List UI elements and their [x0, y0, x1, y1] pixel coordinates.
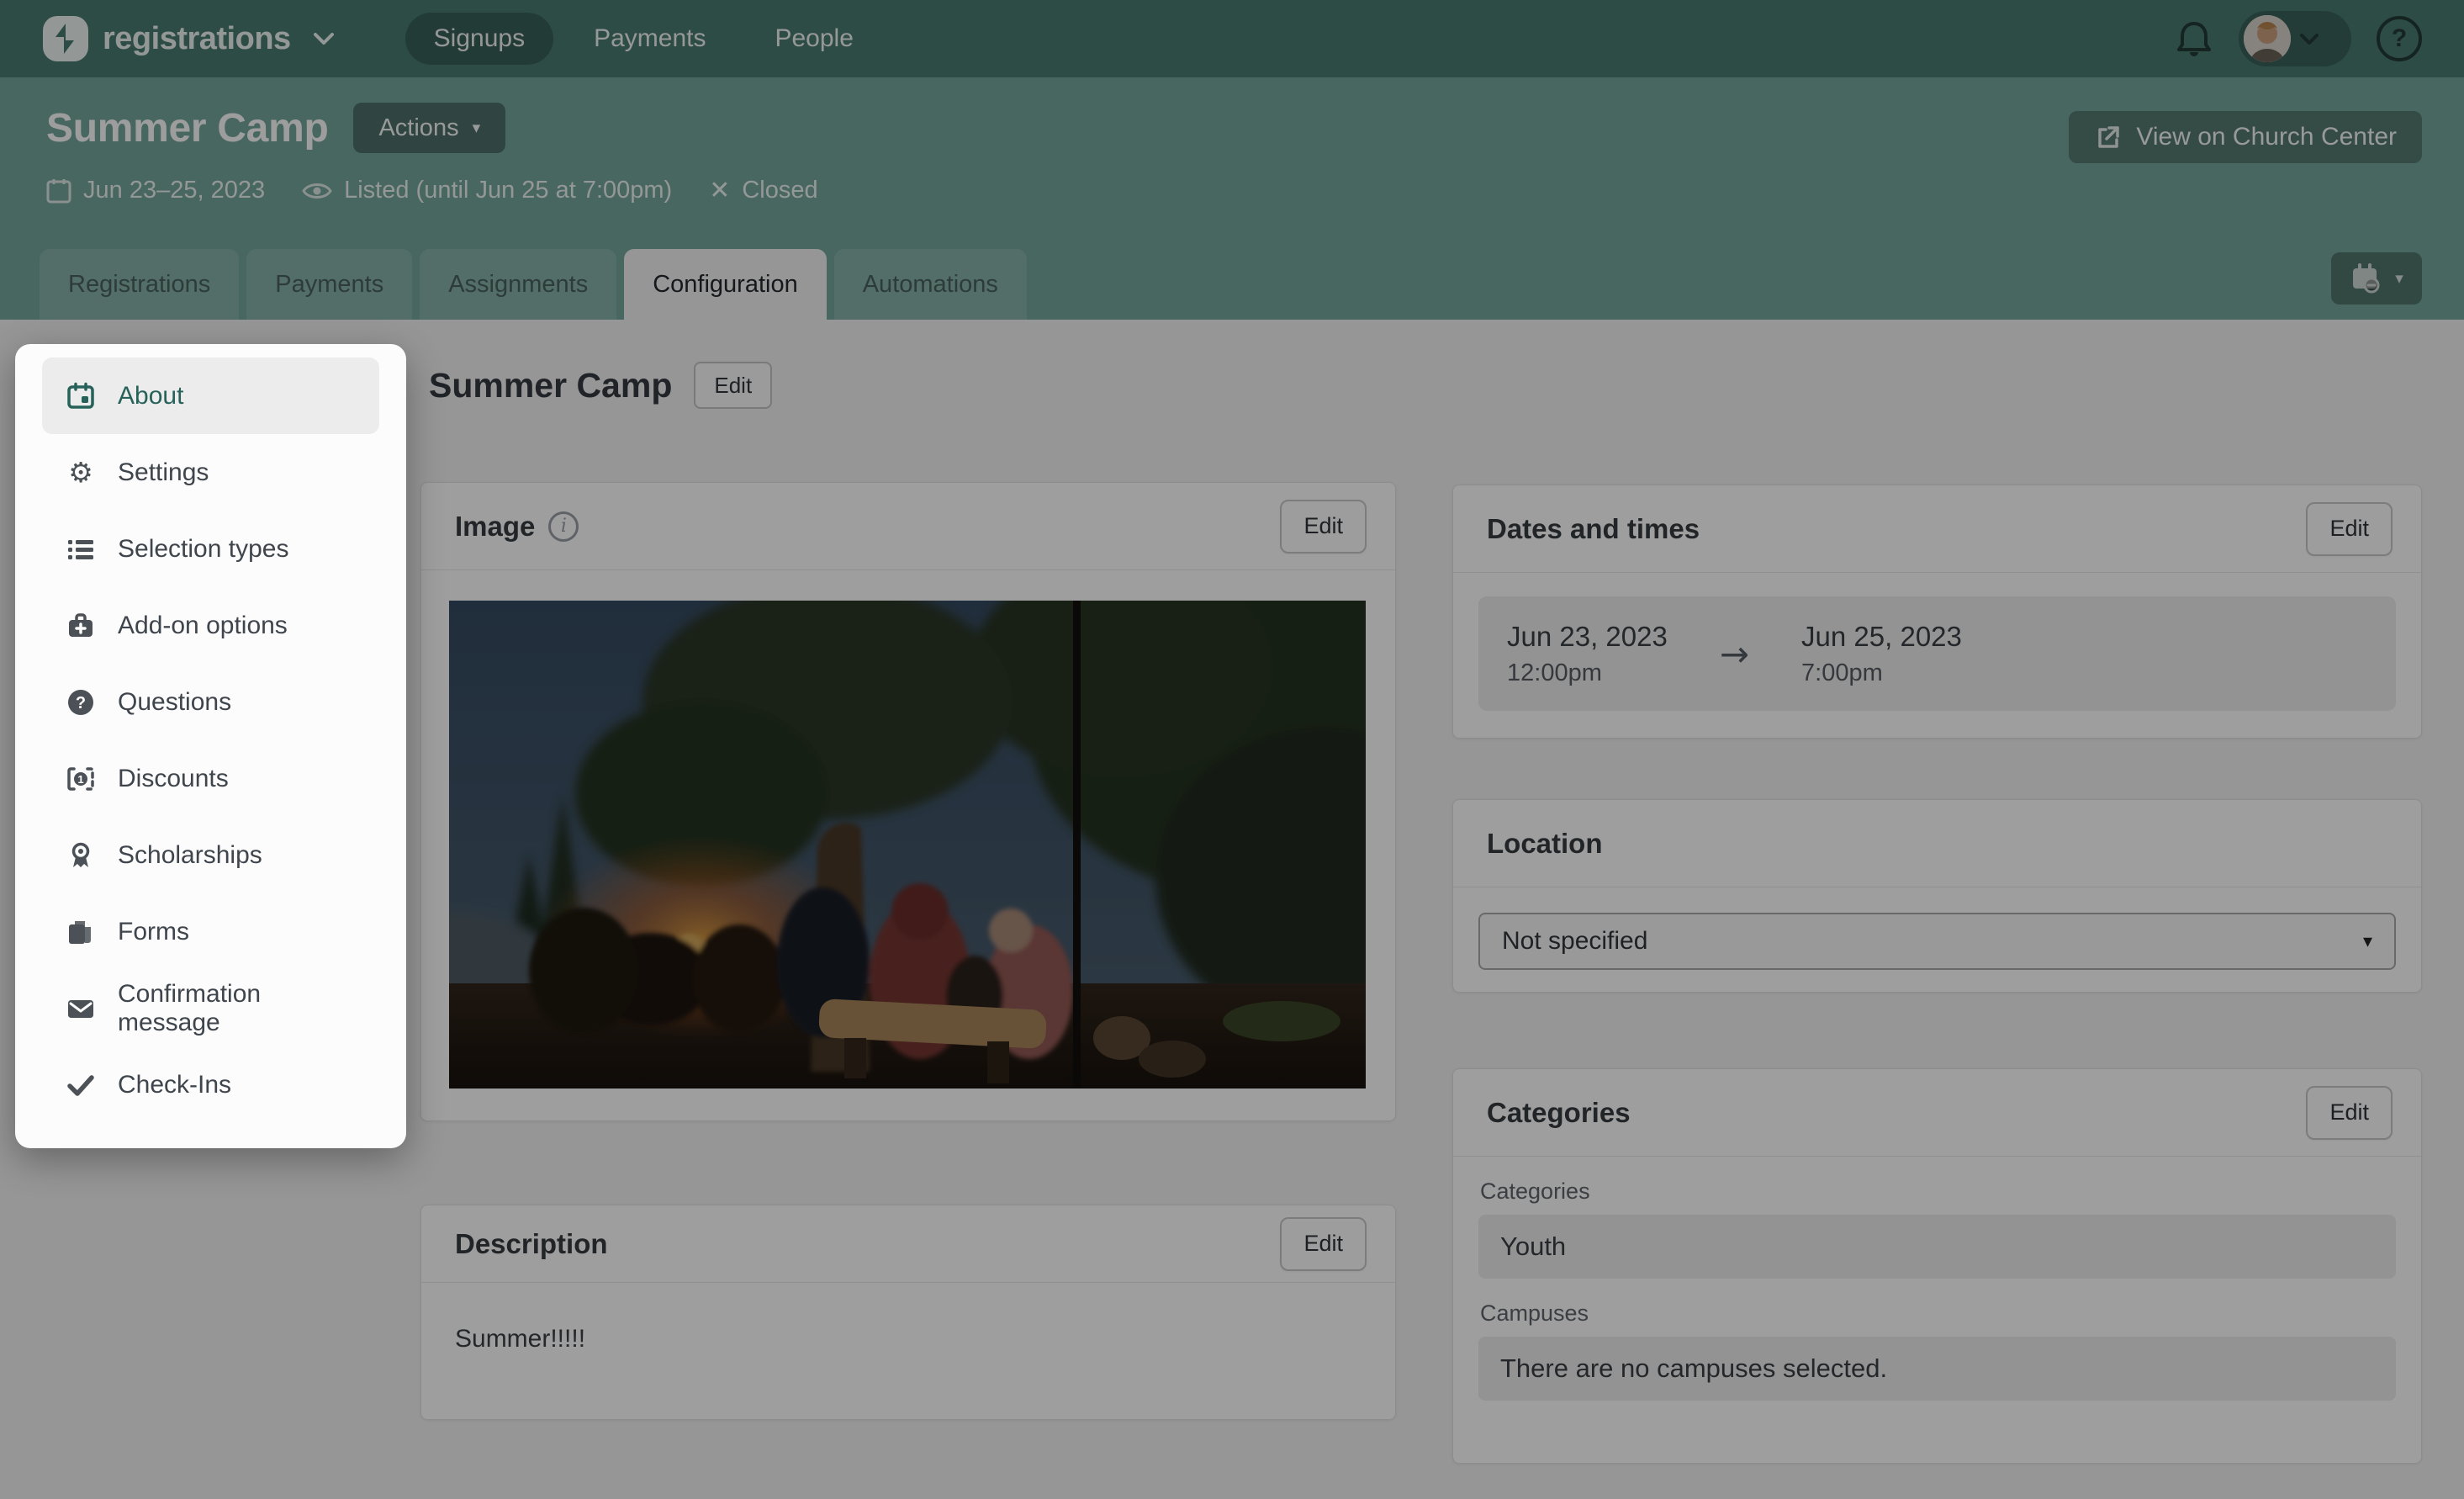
sidebar-item-settings[interactable]: ⚙ Settings [42, 434, 379, 511]
sidebar-item-label: Check-Ins [118, 1071, 231, 1099]
configuration-menu: About ⚙ Settings Selection types Add-on … [15, 344, 406, 1148]
sidebar-item-label: Forms [118, 918, 189, 946]
sidebar-item-label: Confirmation message [118, 980, 356, 1037]
sidebar-item-label: Discounts [118, 765, 229, 793]
sidebar-item-label: About [118, 382, 183, 411]
sidebar-item-forms[interactable]: Forms [42, 893, 379, 970]
sidebar-item-scholarships[interactable]: Scholarships [42, 817, 379, 893]
checkmark-icon [66, 1070, 96, 1100]
sidebar-item-about[interactable]: About [42, 358, 379, 434]
sidebar-item-confirmation-message[interactable]: Confirmation message [42, 970, 379, 1046]
question-circle-icon: ? [66, 687, 96, 718]
svg-text:?: ? [76, 694, 86, 712]
pages-icon [66, 917, 96, 947]
svg-text:1: 1 [77, 773, 83, 786]
briefcase-plus-icon [66, 611, 96, 641]
sidebar-item-check-ins[interactable]: Check-Ins [42, 1046, 379, 1123]
sidebar-item-discounts[interactable]: 1 Discounts [42, 740, 379, 817]
sidebar-item-add-on-options[interactable]: Add-on options [42, 587, 379, 664]
envelope-icon [66, 993, 96, 1024]
gear-icon: ⚙ [66, 458, 96, 488]
sidebar-item-label: Scholarships [118, 841, 262, 870]
list-icon [66, 534, 96, 564]
calendar-icon [66, 381, 96, 411]
sidebar-item-label: Selection types [118, 535, 288, 564]
sidebar-item-label: Settings [118, 458, 209, 487]
award-icon [66, 840, 96, 871]
sidebar-item-label: Add-on options [118, 612, 288, 640]
sidebar-item-questions[interactable]: ? Questions [42, 664, 379, 740]
coupon-icon: 1 [66, 764, 96, 794]
sidebar-item-label: Questions [118, 688, 231, 717]
sidebar-item-selection-types[interactable]: Selection types [42, 511, 379, 587]
